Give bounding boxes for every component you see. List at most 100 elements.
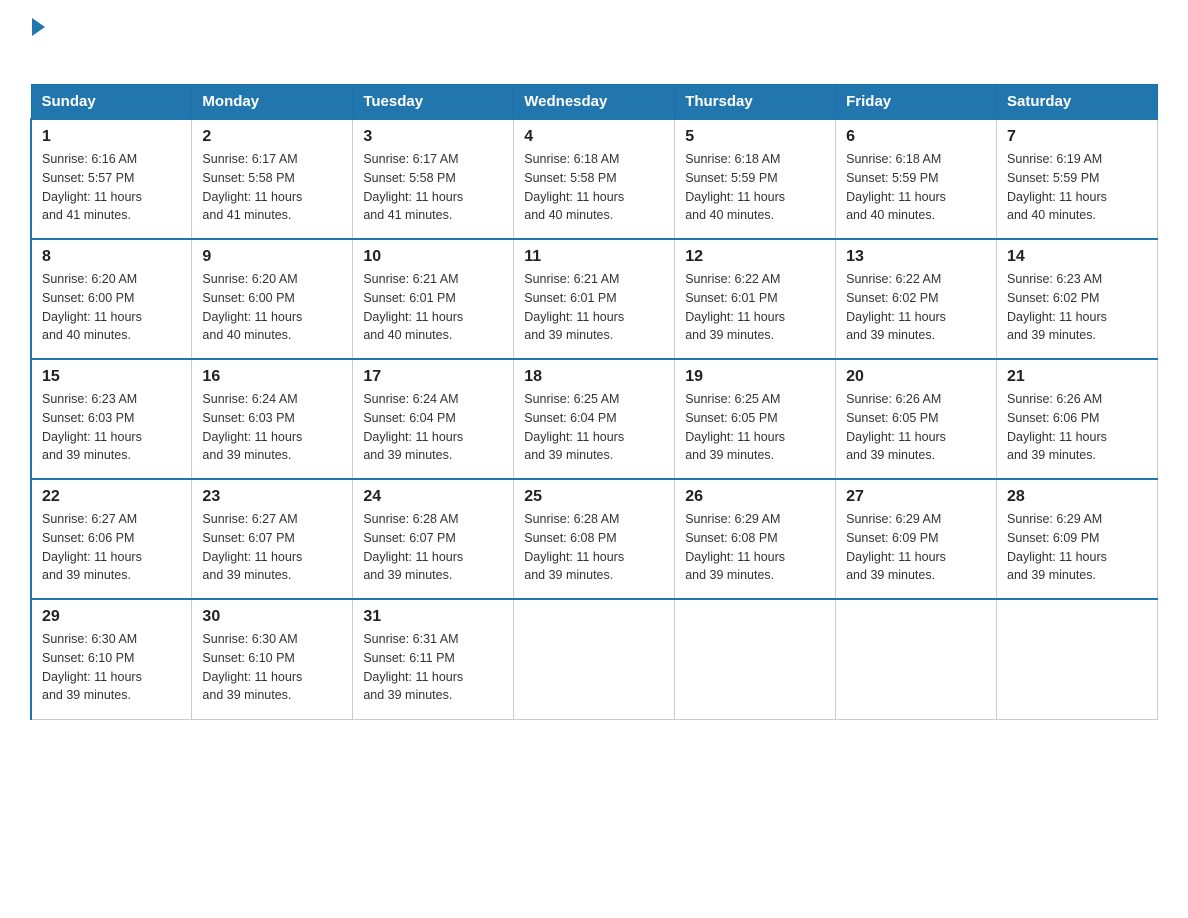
calendar-cell: 20 Sunrise: 6:26 AM Sunset: 6:05 PM Dayl… <box>836 359 997 479</box>
day-number: 6 <box>846 128 986 146</box>
day-number: 21 <box>1007 368 1147 386</box>
day-info: Sunrise: 6:17 AM Sunset: 5:58 PM Dayligh… <box>202 152 302 222</box>
day-number: 12 <box>685 248 825 266</box>
day-number: 14 <box>1007 248 1147 266</box>
day-info: Sunrise: 6:17 AM Sunset: 5:58 PM Dayligh… <box>363 152 463 222</box>
column-header-tuesday: Tuesday <box>353 85 514 120</box>
calendar-cell: 26 Sunrise: 6:29 AM Sunset: 6:08 PM Dayl… <box>675 479 836 599</box>
calendar-cell: 27 Sunrise: 6:29 AM Sunset: 6:09 PM Dayl… <box>836 479 997 599</box>
calendar-cell: 21 Sunrise: 6:26 AM Sunset: 6:06 PM Dayl… <box>997 359 1158 479</box>
calendar-cell: 24 Sunrise: 6:28 AM Sunset: 6:07 PM Dayl… <box>353 479 514 599</box>
calendar-cell: 29 Sunrise: 6:30 AM Sunset: 6:10 PM Dayl… <box>31 599 192 719</box>
calendar-cell <box>836 599 997 719</box>
day-number: 22 <box>42 488 181 506</box>
day-number: 20 <box>846 368 986 386</box>
calendar-cell: 9 Sunrise: 6:20 AM Sunset: 6:00 PM Dayli… <box>192 239 353 359</box>
calendar-cell: 25 Sunrise: 6:28 AM Sunset: 6:08 PM Dayl… <box>514 479 675 599</box>
day-number: 7 <box>1007 128 1147 146</box>
day-number: 26 <box>685 488 825 506</box>
calendar-cell: 28 Sunrise: 6:29 AM Sunset: 6:09 PM Dayl… <box>997 479 1158 599</box>
day-number: 28 <box>1007 488 1147 506</box>
day-info: Sunrise: 6:21 AM Sunset: 6:01 PM Dayligh… <box>524 272 624 342</box>
day-info: Sunrise: 6:18 AM Sunset: 5:58 PM Dayligh… <box>524 152 624 222</box>
day-info: Sunrise: 6:19 AM Sunset: 5:59 PM Dayligh… <box>1007 152 1107 222</box>
day-number: 10 <box>363 248 503 266</box>
day-number: 4 <box>524 128 664 146</box>
day-number: 8 <box>42 248 181 266</box>
day-info: Sunrise: 6:20 AM Sunset: 6:00 PM Dayligh… <box>42 272 142 342</box>
day-info: Sunrise: 6:27 AM Sunset: 6:06 PM Dayligh… <box>42 512 142 582</box>
day-number: 25 <box>524 488 664 506</box>
day-info: Sunrise: 6:29 AM Sunset: 6:08 PM Dayligh… <box>685 512 785 582</box>
day-info: Sunrise: 6:24 AM Sunset: 6:04 PM Dayligh… <box>363 392 463 462</box>
calendar-cell: 19 Sunrise: 6:25 AM Sunset: 6:05 PM Dayl… <box>675 359 836 479</box>
day-number: 18 <box>524 368 664 386</box>
day-number: 15 <box>42 368 181 386</box>
day-number: 31 <box>363 608 503 626</box>
day-info: Sunrise: 6:18 AM Sunset: 5:59 PM Dayligh… <box>846 152 946 222</box>
calendar-cell: 17 Sunrise: 6:24 AM Sunset: 6:04 PM Dayl… <box>353 359 514 479</box>
calendar-cell: 12 Sunrise: 6:22 AM Sunset: 6:01 PM Dayl… <box>675 239 836 359</box>
calendar-cell: 8 Sunrise: 6:20 AM Sunset: 6:00 PM Dayli… <box>31 239 192 359</box>
day-info: Sunrise: 6:28 AM Sunset: 6:08 PM Dayligh… <box>524 512 624 582</box>
calendar-cell: 3 Sunrise: 6:17 AM Sunset: 5:58 PM Dayli… <box>353 119 514 239</box>
calendar-cell: 16 Sunrise: 6:24 AM Sunset: 6:03 PM Dayl… <box>192 359 353 479</box>
week-row-2: 8 Sunrise: 6:20 AM Sunset: 6:00 PM Dayli… <box>31 239 1158 359</box>
day-number: 30 <box>202 608 342 626</box>
day-info: Sunrise: 6:21 AM Sunset: 6:01 PM Dayligh… <box>363 272 463 342</box>
calendar-cell: 30 Sunrise: 6:30 AM Sunset: 6:10 PM Dayl… <box>192 599 353 719</box>
day-info: Sunrise: 6:24 AM Sunset: 6:03 PM Dayligh… <box>202 392 302 462</box>
week-row-5: 29 Sunrise: 6:30 AM Sunset: 6:10 PM Dayl… <box>31 599 1158 719</box>
calendar-cell: 22 Sunrise: 6:27 AM Sunset: 6:06 PM Dayl… <box>31 479 192 599</box>
day-number: 9 <box>202 248 342 266</box>
day-info: Sunrise: 6:18 AM Sunset: 5:59 PM Dayligh… <box>685 152 785 222</box>
day-info: Sunrise: 6:31 AM Sunset: 6:11 PM Dayligh… <box>363 632 463 702</box>
week-row-3: 15 Sunrise: 6:23 AM Sunset: 6:03 PM Dayl… <box>31 359 1158 479</box>
logo-arrow-icon <box>32 18 45 36</box>
calendar-cell: 13 Sunrise: 6:22 AM Sunset: 6:02 PM Dayl… <box>836 239 997 359</box>
column-header-monday: Monday <box>192 85 353 120</box>
column-header-sunday: Sunday <box>31 85 192 120</box>
day-number: 5 <box>685 128 825 146</box>
calendar-cell: 15 Sunrise: 6:23 AM Sunset: 6:03 PM Dayl… <box>31 359 192 479</box>
day-info: Sunrise: 6:30 AM Sunset: 6:10 PM Dayligh… <box>202 632 302 702</box>
header-row: SundayMondayTuesdayWednesdayThursdayFrid… <box>31 85 1158 120</box>
day-info: Sunrise: 6:29 AM Sunset: 6:09 PM Dayligh… <box>1007 512 1107 582</box>
calendar-cell: 7 Sunrise: 6:19 AM Sunset: 5:59 PM Dayli… <box>997 119 1158 239</box>
day-info: Sunrise: 6:22 AM Sunset: 6:01 PM Dayligh… <box>685 272 785 342</box>
day-number: 11 <box>524 248 664 266</box>
column-header-saturday: Saturday <box>997 85 1158 120</box>
day-info: Sunrise: 6:25 AM Sunset: 6:04 PM Dayligh… <box>524 392 624 462</box>
day-number: 27 <box>846 488 986 506</box>
calendar-cell: 11 Sunrise: 6:21 AM Sunset: 6:01 PM Dayl… <box>514 239 675 359</box>
day-info: Sunrise: 6:29 AM Sunset: 6:09 PM Dayligh… <box>846 512 946 582</box>
day-info: Sunrise: 6:26 AM Sunset: 6:05 PM Dayligh… <box>846 392 946 462</box>
day-info: Sunrise: 6:23 AM Sunset: 6:03 PM Dayligh… <box>42 392 142 462</box>
day-info: Sunrise: 6:16 AM Sunset: 5:57 PM Dayligh… <box>42 152 142 222</box>
day-info: Sunrise: 6:30 AM Sunset: 6:10 PM Dayligh… <box>42 632 142 702</box>
day-info: Sunrise: 6:27 AM Sunset: 6:07 PM Dayligh… <box>202 512 302 582</box>
day-number: 13 <box>846 248 986 266</box>
week-row-4: 22 Sunrise: 6:27 AM Sunset: 6:06 PM Dayl… <box>31 479 1158 599</box>
calendar-cell <box>514 599 675 719</box>
calendar-table: SundayMondayTuesdayWednesdayThursdayFrid… <box>30 84 1158 720</box>
day-info: Sunrise: 6:20 AM Sunset: 6:00 PM Dayligh… <box>202 272 302 342</box>
week-row-1: 1 Sunrise: 6:16 AM Sunset: 5:57 PM Dayli… <box>31 119 1158 239</box>
day-number: 17 <box>363 368 503 386</box>
page-header <box>30 20 1158 64</box>
calendar-cell: 31 Sunrise: 6:31 AM Sunset: 6:11 PM Dayl… <box>353 599 514 719</box>
calendar-cell: 6 Sunrise: 6:18 AM Sunset: 5:59 PM Dayli… <box>836 119 997 239</box>
day-number: 29 <box>42 608 181 626</box>
day-info: Sunrise: 6:26 AM Sunset: 6:06 PM Dayligh… <box>1007 392 1107 462</box>
calendar-cell <box>675 599 836 719</box>
day-number: 16 <box>202 368 342 386</box>
day-number: 24 <box>363 488 503 506</box>
logo <box>30 20 45 64</box>
calendar-cell: 5 Sunrise: 6:18 AM Sunset: 5:59 PM Dayli… <box>675 119 836 239</box>
day-number: 19 <box>685 368 825 386</box>
calendar-cell: 1 Sunrise: 6:16 AM Sunset: 5:57 PM Dayli… <box>31 119 192 239</box>
column-header-wednesday: Wednesday <box>514 85 675 120</box>
day-info: Sunrise: 6:25 AM Sunset: 6:05 PM Dayligh… <box>685 392 785 462</box>
day-info: Sunrise: 6:22 AM Sunset: 6:02 PM Dayligh… <box>846 272 946 342</box>
calendar-cell: 23 Sunrise: 6:27 AM Sunset: 6:07 PM Dayl… <box>192 479 353 599</box>
